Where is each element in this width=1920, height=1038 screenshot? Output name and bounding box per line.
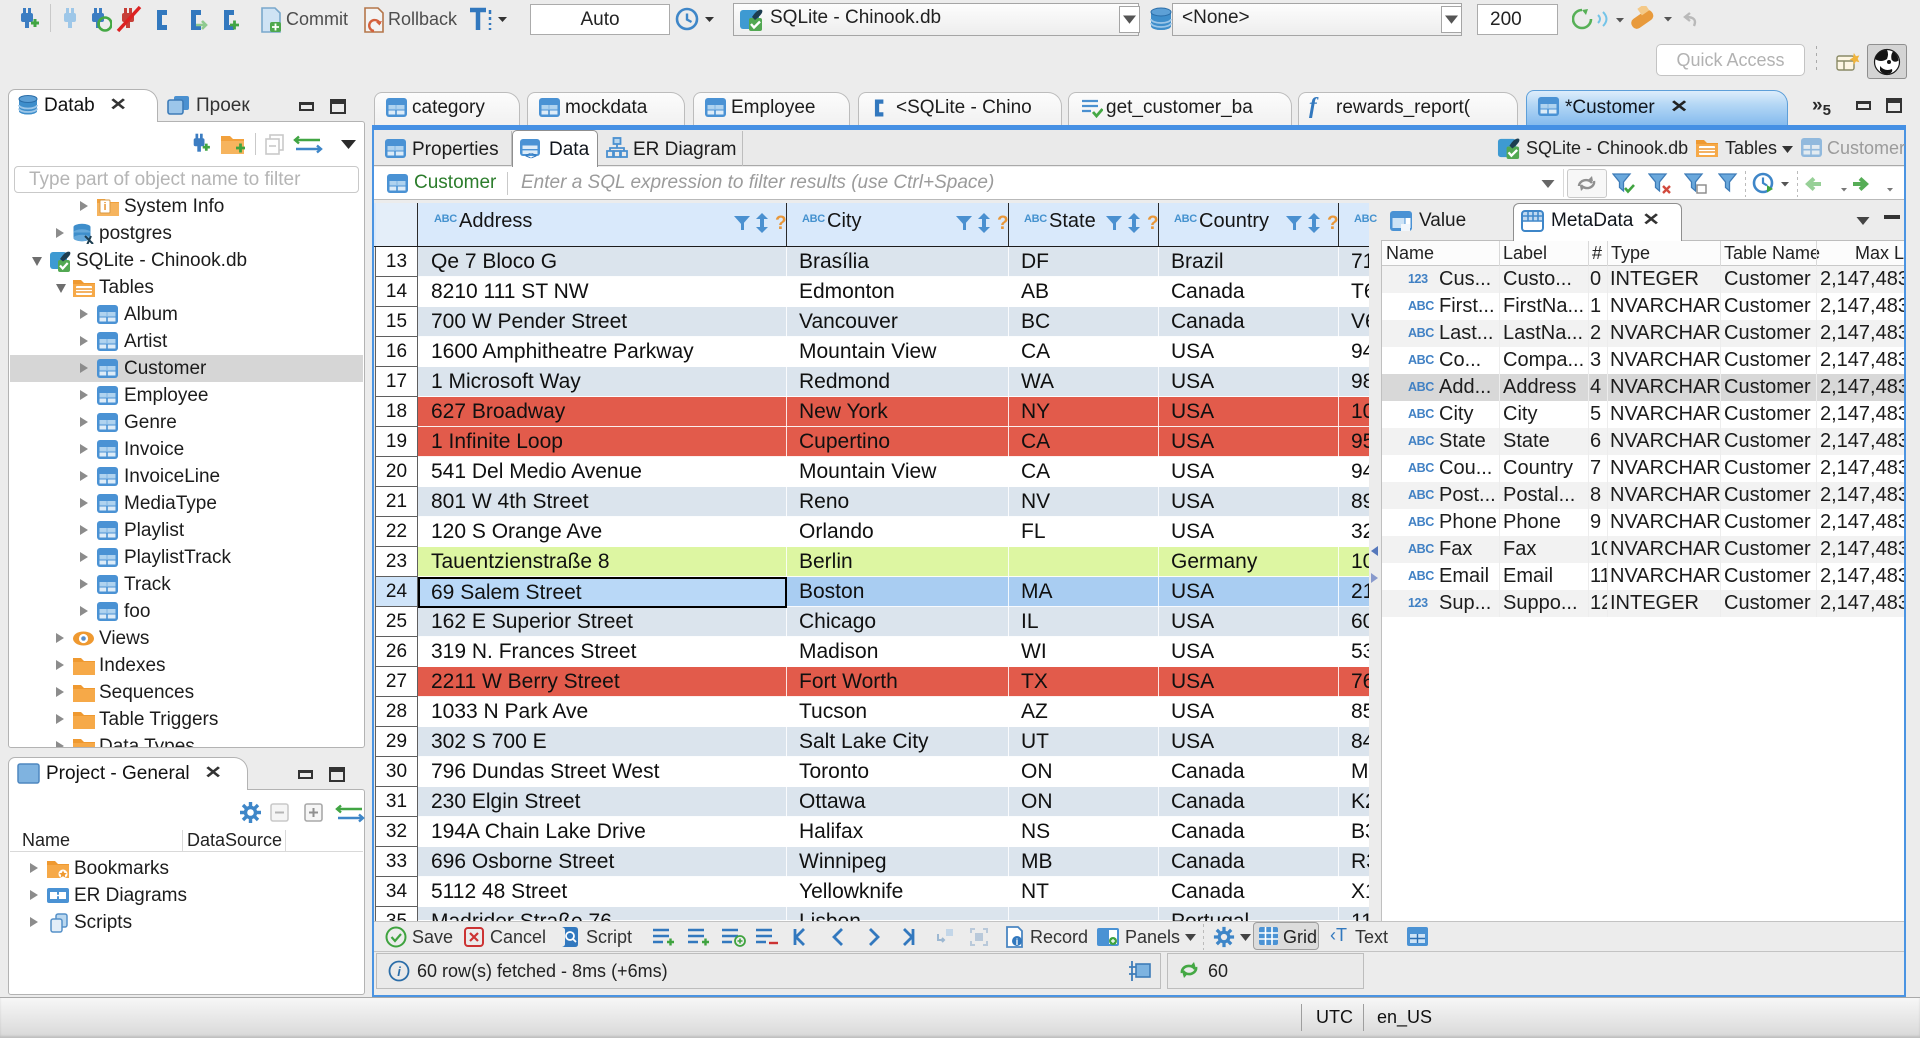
svg-text:i: i (397, 964, 401, 979)
svg-text:i: i (103, 201, 106, 213)
svg-text:i: i (1016, 937, 1019, 947)
svg-text:<>: <> (525, 151, 537, 160)
